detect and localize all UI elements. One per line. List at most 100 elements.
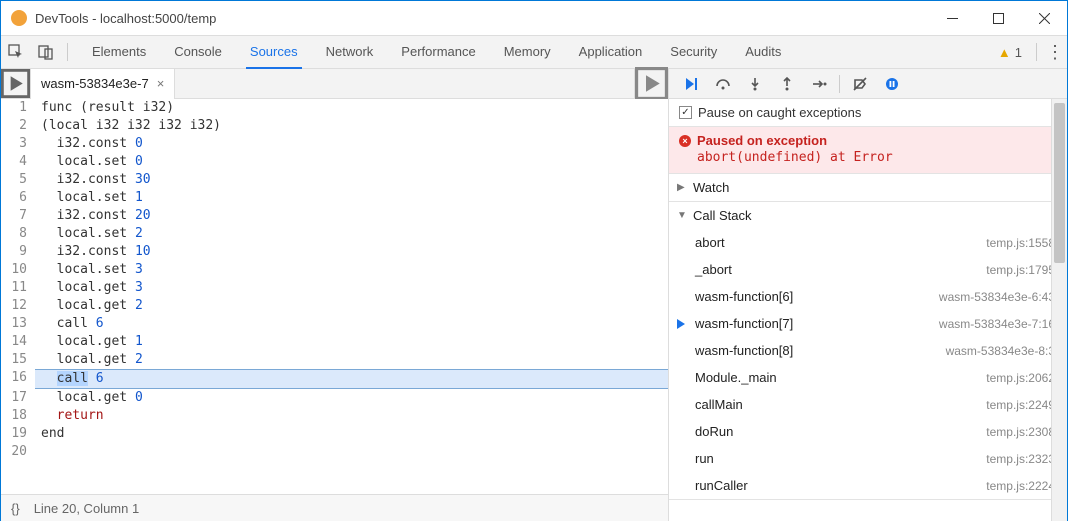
inspect-element-icon[interactable] [1, 35, 31, 69]
watch-section-header[interactable]: ▶Watch [669, 174, 1067, 201]
stack-frame[interactable]: runtemp.js:2323 [669, 445, 1067, 472]
error-subtitle: abort(undefined) at Error [679, 150, 1057, 165]
line-number: 17 [1, 389, 35, 407]
tab-network[interactable]: Network [312, 35, 388, 69]
code-line[interactable]: 11 local.get 3 [1, 279, 668, 297]
line-number: 14 [1, 333, 35, 351]
code-text: end [35, 425, 668, 443]
stack-frame[interactable]: runCallertemp.js:2224 [669, 472, 1067, 499]
code-line[interactable]: 4 local.set 0 [1, 153, 668, 171]
frame-location: temp.js:2249 [986, 398, 1055, 412]
line-number: 8 [1, 225, 35, 243]
code-text [35, 443, 668, 461]
code-line[interactable]: 20 [1, 443, 668, 461]
code-line[interactable]: 9 i32.const 10 [1, 243, 668, 261]
tab-security[interactable]: Security [656, 35, 731, 69]
frame-function: wasm-function[8] [695, 343, 946, 358]
code-line[interactable]: 7 i32.const 20 [1, 207, 668, 225]
close-icon[interactable]: × [157, 76, 165, 91]
watch-label: Watch [693, 180, 729, 195]
frame-function: run [695, 451, 986, 466]
code-text: i32.const 30 [35, 171, 668, 189]
step-over-button[interactable] [709, 72, 737, 96]
code-line[interactable]: 14 local.get 1 [1, 333, 668, 351]
device-toggle-icon[interactable] [31, 35, 61, 69]
line-number: 20 [1, 443, 35, 461]
code-line[interactable]: 13 call 6 [1, 315, 668, 333]
frame-location: temp.js:2062 [986, 371, 1055, 385]
tab-sources[interactable]: Sources [236, 35, 312, 69]
stack-frame[interactable]: wasm-function[6]wasm-53834e3e-6:43 [669, 283, 1067, 310]
stack-frame[interactable]: wasm-function[8]wasm-53834e3e-8:3 [669, 337, 1067, 364]
file-tab[interactable]: wasm-53834e3e-7 × [31, 69, 175, 99]
code-text: local.get 2 [35, 351, 668, 369]
stack-frame[interactable]: wasm-function[7]wasm-53834e3e-7:16 [669, 310, 1067, 337]
show-navigator-icon[interactable] [1, 69, 31, 98]
tab-console[interactable]: Console [160, 35, 236, 69]
code-line[interactable]: 3 i32.const 0 [1, 135, 668, 153]
code-text: func (result i32) [35, 99, 668, 117]
scrollbar[interactable] [1051, 99, 1067, 521]
code-text: local.get 2 [35, 297, 668, 315]
minimize-button[interactable] [929, 2, 975, 34]
tab-elements[interactable]: Elements [78, 35, 160, 69]
step-into-button[interactable] [741, 72, 769, 96]
cursor-position: Line 20, Column 1 [34, 501, 140, 516]
pause-on-exceptions-button[interactable] [878, 72, 906, 96]
code-line[interactable]: 18 return [1, 407, 668, 425]
code-text: local.set 0 [35, 153, 668, 171]
stack-frame[interactable]: Module._maintemp.js:2062 [669, 364, 1067, 391]
code-line[interactable]: 16 call 6 [1, 369, 668, 389]
more-menu-icon[interactable]: ⋮ [1043, 42, 1067, 63]
tab-application[interactable]: Application [565, 35, 657, 69]
code-line[interactable]: 2(local i32 i32 i32 i32) [1, 117, 668, 135]
code-line[interactable]: 6 local.set 1 [1, 189, 668, 207]
tab-performance[interactable]: Performance [387, 35, 489, 69]
line-number: 5 [1, 171, 35, 189]
error-title: Paused on exception [697, 133, 827, 148]
code-line[interactable]: 17 local.get 0 [1, 389, 668, 407]
code-line[interactable]: 15 local.get 2 [1, 351, 668, 369]
code-text: local.set 3 [35, 261, 668, 279]
code-line[interactable]: 5 i32.const 30 [1, 171, 668, 189]
close-button[interactable] [1021, 2, 1067, 34]
code-line[interactable]: 10 local.set 3 [1, 261, 668, 279]
deactivate-breakpoints-button[interactable] [846, 72, 874, 96]
code-text: local.get 3 [35, 279, 668, 297]
line-number: 2 [1, 117, 35, 135]
warnings-badge[interactable]: ▲1 [998, 45, 1030, 60]
step-out-button[interactable] [773, 72, 801, 96]
frame-function: runCaller [695, 478, 986, 493]
code-line[interactable]: 8 local.set 2 [1, 225, 668, 243]
pause-on-caught-row[interactable]: ✓ Pause on caught exceptions [669, 99, 1067, 127]
frame-function: callMain [695, 397, 986, 412]
stack-frame[interactable]: doRuntemp.js:2308 [669, 418, 1067, 445]
code-line[interactable]: 1func (result i32) [1, 99, 668, 117]
code-editor[interactable]: 1func (result i32)2(local i32 i32 i32 i3… [1, 99, 668, 494]
stack-frame[interactable]: callMaintemp.js:2249 [669, 391, 1067, 418]
tab-memory[interactable]: Memory [490, 35, 565, 69]
window-titlebar: DevTools - localhost:5000/temp [1, 1, 1067, 35]
code-line[interactable]: 19end [1, 425, 668, 443]
scrollbar-thumb[interactable] [1054, 103, 1065, 263]
stack-frame[interactable]: aborttemp.js:1558 [669, 229, 1067, 256]
checkbox-checked-icon[interactable]: ✓ [679, 106, 692, 119]
frame-location: wasm-53834e3e-6:43 [939, 290, 1055, 304]
tab-audits[interactable]: Audits [731, 35, 795, 69]
devtools-logo-icon [11, 10, 27, 26]
stack-frame[interactable]: _aborttemp.js:1795 [669, 256, 1067, 283]
frame-location: temp.js:2224 [986, 479, 1055, 493]
maximize-button[interactable] [975, 2, 1021, 34]
run-snippet-icon[interactable] [634, 69, 668, 98]
line-number: 3 [1, 135, 35, 153]
line-number: 12 [1, 297, 35, 315]
code-line[interactable]: 12 local.get 2 [1, 297, 668, 315]
window-title: DevTools - localhost:5000/temp [35, 11, 929, 26]
callstack-section-header[interactable]: ▼Call Stack [669, 202, 1067, 229]
step-button[interactable] [805, 72, 833, 96]
braces-icon[interactable]: {} [11, 501, 20, 516]
status-bar: {} Line 20, Column 1 [1, 494, 668, 521]
resume-button[interactable] [677, 72, 705, 96]
code-text: i32.const 20 [35, 207, 668, 225]
frame-location: wasm-53834e3e-7:16 [939, 317, 1055, 331]
